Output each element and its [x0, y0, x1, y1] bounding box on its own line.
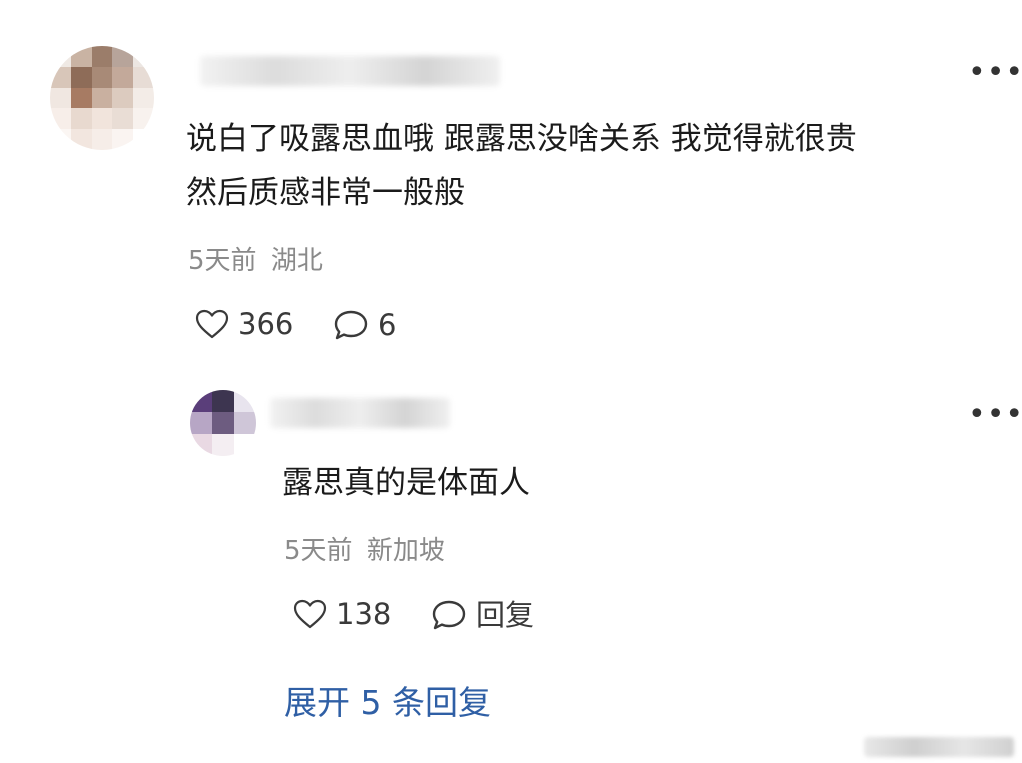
avatar-pixel [212, 434, 234, 456]
avatar-pixel [133, 129, 154, 150]
username[interactable] [200, 56, 500, 86]
reply-meta: 5天前 新加坡 [284, 538, 445, 564]
timestamp: 5天前 [188, 246, 257, 276]
like-button[interactable]: 366 [194, 308, 293, 340]
location: 新加坡 [366, 536, 445, 566]
more-icon[interactable]: ••• [968, 400, 1022, 430]
comment-bubble-icon [334, 310, 368, 340]
heart-outline-icon [293, 599, 327, 629]
avatar-pixel [190, 434, 212, 456]
avatar-pixel [70, 46, 92, 67]
avatar[interactable] [50, 46, 154, 150]
avatar-pixel [112, 129, 134, 150]
avatar-pixel [234, 434, 256, 456]
avatar-pixel [91, 66, 113, 88]
avatar-pixel [50, 129, 71, 150]
avatar-pixel [133, 108, 154, 130]
avatar-pixel [234, 390, 256, 412]
watermark [864, 737, 1014, 757]
heart-outline-icon [195, 309, 229, 339]
avatar-pixel [91, 87, 113, 109]
avatar-pixel [70, 87, 92, 109]
like-count: 366 [238, 306, 294, 341]
avatar-pixel [133, 87, 154, 109]
location: 湖北 [270, 246, 323, 276]
expand-replies-link[interactable]: 展开 5 条回复 [284, 686, 491, 719]
avatar-pixel [50, 66, 71, 88]
timestamp: 5天前 [284, 536, 353, 566]
avatar-pixel [70, 129, 92, 150]
reply-like-button[interactable]: 138 [292, 598, 391, 630]
avatar-pixel [91, 46, 113, 67]
reply-reply-button[interactable]: 回复 [430, 598, 534, 632]
comment-bubble-icon [432, 600, 466, 630]
avatar-pixel [212, 390, 234, 412]
reply-username[interactable] [270, 398, 450, 428]
avatar-pixel [190, 390, 212, 412]
avatar-pixel [190, 412, 212, 434]
reply-button[interactable]: 6 [332, 308, 396, 342]
comment-text: 说白了吸露思血哦 跟露思没啥关系 我觉得就很贵 然后质感非常一般般 [186, 112, 1016, 220]
avatar-pixel [133, 66, 154, 88]
avatar-pixel [91, 108, 113, 130]
reply-label: 回复 [476, 597, 535, 632]
avatar-pixel [234, 412, 256, 434]
avatar-pixel [112, 87, 134, 109]
comment-meta: 5天前 湖北 [188, 248, 323, 274]
more-icon[interactable]: ••• [968, 58, 1022, 88]
avatar-pixel [133, 46, 154, 67]
avatar-pixel [112, 108, 134, 130]
avatar-pixel [50, 108, 71, 130]
avatar-pixel [70, 108, 92, 130]
reply-text: 露思真的是体面人 [282, 465, 530, 501]
comment-text-line: 然后质感非常一般般 [186, 175, 465, 211]
reply-avatar[interactable] [190, 390, 256, 456]
like-count: 138 [336, 596, 392, 631]
reply-count: 6 [378, 307, 397, 342]
avatar-pixel [112, 66, 134, 88]
avatar-pixel [70, 66, 92, 88]
avatar-pixel [50, 87, 71, 109]
comment-text-line: 说白了吸露思血哦 跟露思没啥关系 我觉得就很贵 [186, 121, 857, 157]
avatar-pixel [112, 46, 134, 67]
avatar-pixel [91, 129, 113, 150]
avatar-pixel [50, 46, 71, 67]
avatar-pixel [212, 412, 234, 434]
